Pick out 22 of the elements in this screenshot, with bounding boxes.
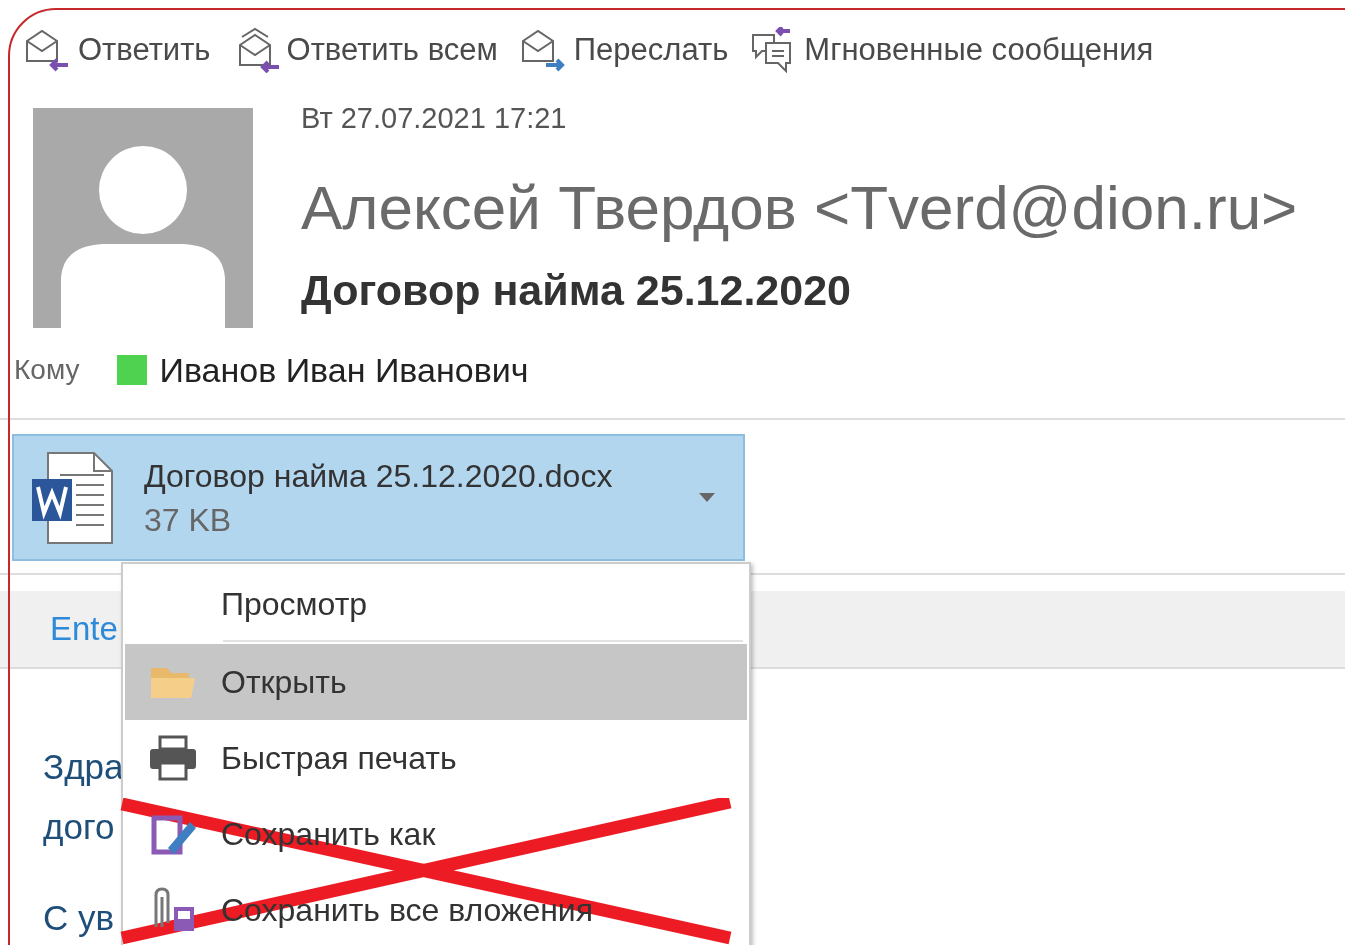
word-document-icon xyxy=(30,450,116,545)
body-text: Здра xyxy=(43,746,124,788)
caret-icon xyxy=(699,492,715,503)
toolbar-button[interactable]: Мгновенные сообщения xyxy=(750,24,1154,76)
body-text: С ув xyxy=(43,897,115,939)
sender-name: Алексей Твердов <Tverd@dion.ru> xyxy=(301,173,1298,243)
toolbar-button[interactable]: Переслать xyxy=(519,24,729,76)
attachment-name: Договор найма 25.12.2020.docx xyxy=(144,456,614,496)
message-date: Вт 27.07.2021 17:21 xyxy=(301,101,568,136)
menu-item[interactable]: Открыть xyxy=(125,644,747,720)
menu-item[interactable]: Просмотр xyxy=(125,566,388,642)
body-text: дого xyxy=(43,806,115,848)
printer-icon xyxy=(148,735,198,781)
message-subject: Договор найма 25.12.2020 xyxy=(301,265,852,315)
menu-item[interactable]: Быстрая печать xyxy=(125,720,477,796)
avatar-icon xyxy=(33,108,253,328)
recipient-name[interactable]: Иванов Иван Иванович xyxy=(159,350,529,390)
attachment-item[interactable]: Договор найма 25.12.2020.docx 37 KB xyxy=(12,434,745,561)
toolbar-button[interactable]: Ответить всем xyxy=(232,24,498,76)
attachment-size: 37 KB xyxy=(144,500,233,540)
toolbar-button[interactable]: Ответить xyxy=(24,24,211,76)
to-label: Кому xyxy=(14,354,80,386)
